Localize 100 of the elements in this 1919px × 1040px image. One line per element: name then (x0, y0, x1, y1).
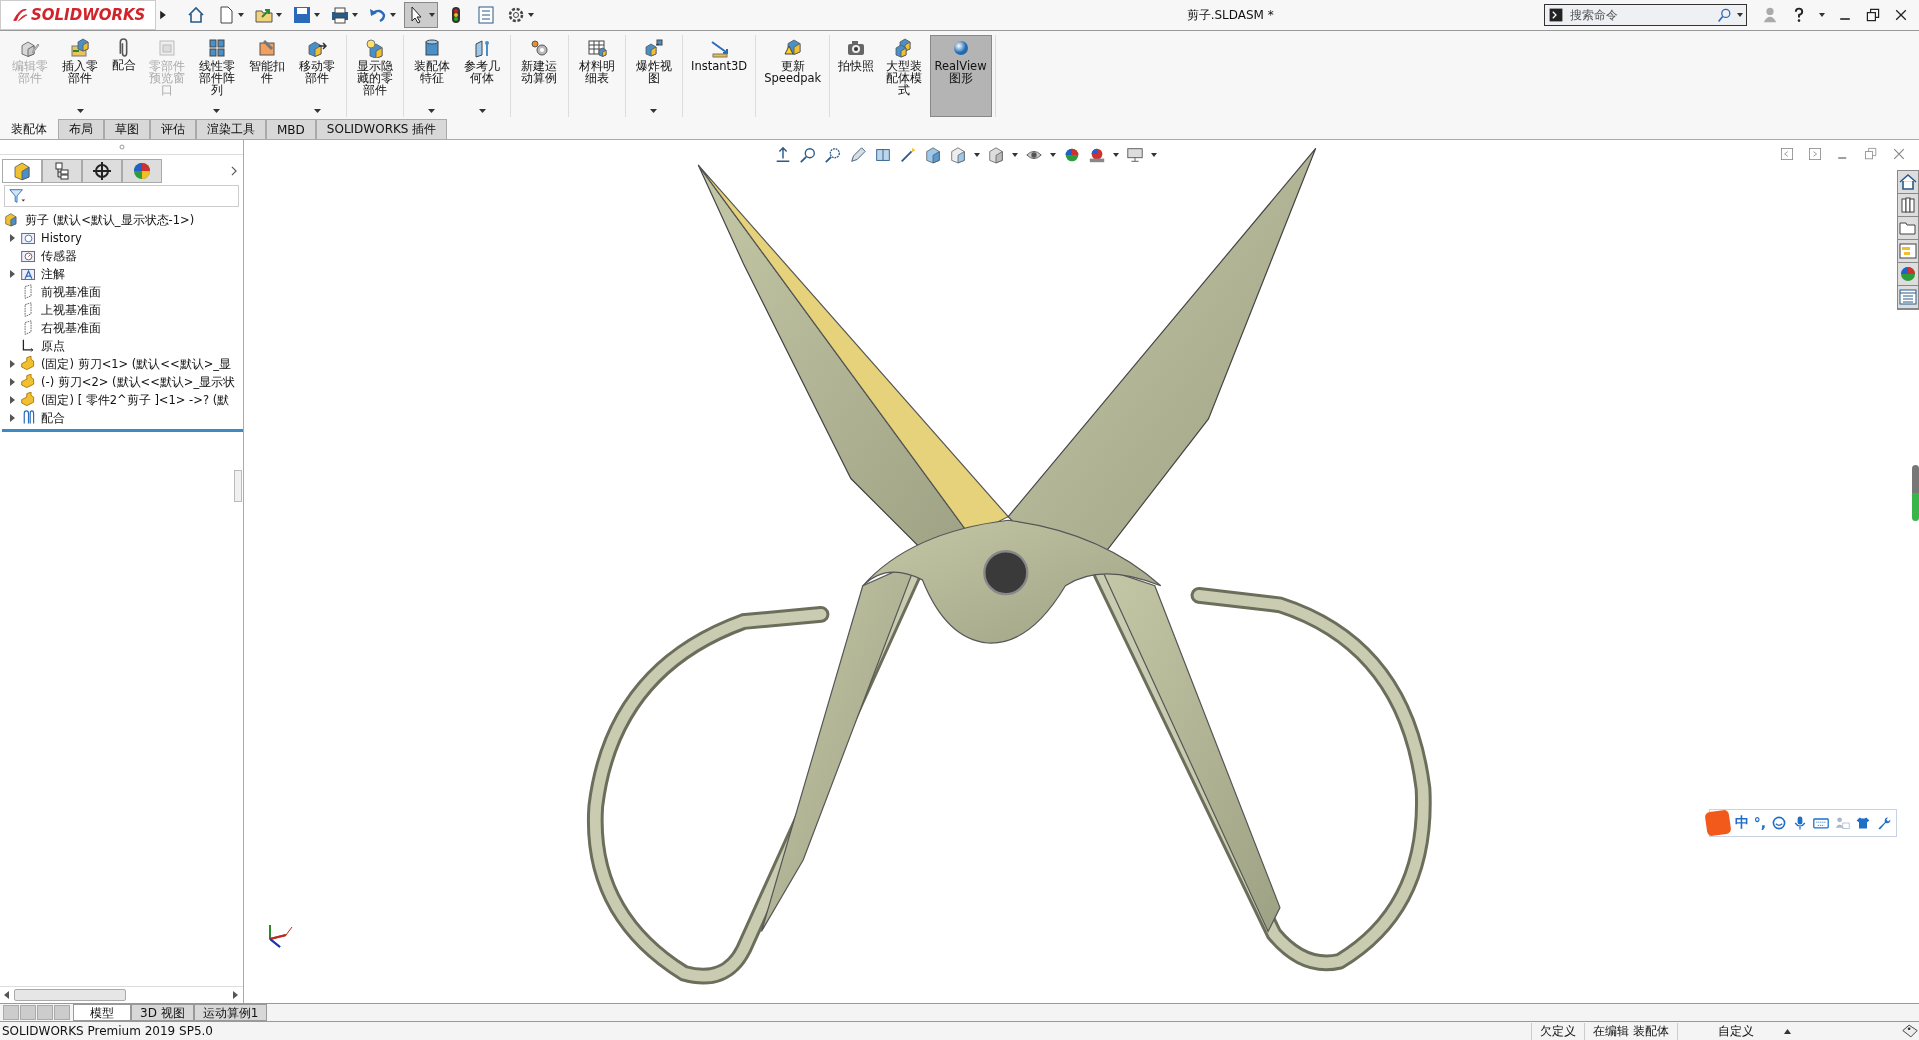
app-logo[interactable]: SOLIDWORKS (0, 0, 157, 30)
ribbon-button[interactable]: 装配体特征 (406, 35, 457, 117)
paperclip-icon (119, 38, 128, 57)
books-icon[interactable] (1898, 194, 1918, 217)
ribbon-button[interactable]: 材料明细表 (571, 35, 622, 117)
command-tab[interactable]: 草图 (104, 119, 150, 139)
tree-item[interactable]: History (41, 231, 82, 245)
caret-icon (213, 109, 221, 114)
ribbon-button[interactable]: 智能扣件 (242, 35, 293, 117)
ribbon-button[interactable]: 显示隐藏的零部件 (349, 35, 400, 117)
definition-status: 欠定义 (1531, 1022, 1585, 1040)
manager-tab[interactable] (42, 159, 82, 183)
expand-arrow-icon[interactable] (9, 270, 15, 278)
assembly-icon (12, 161, 32, 181)
tree-item[interactable]: 传感器 (41, 248, 77, 264)
model-tab[interactable]: 运动算例1 (193, 1004, 268, 1021)
cube-icon[interactable] (987, 146, 1005, 164)
smiley-icon[interactable] (1771, 815, 1787, 831)
tree-item[interactable]: 右视基准面 (41, 320, 101, 336)
zoom-gauge[interactable] (1912, 465, 1919, 521)
ribbon-button[interactable]: Instant3D (686, 35, 753, 117)
monitor-icon[interactable] (1126, 146, 1144, 164)
part-bulb-icon (364, 38, 385, 58)
shirt-icon[interactable] (1855, 815, 1871, 831)
product-version: SOLIDWORKS Premium 2019 SP5.0 (2, 1024, 213, 1038)
grip-dot-icon[interactable] (118, 144, 125, 150)
ribbon-button[interactable]: RealView图形 (929, 35, 992, 117)
keyboard-icon[interactable] (1813, 815, 1829, 831)
search-field[interactable]: 搜索命令 (1544, 4, 1747, 26)
command-tab[interactable]: 布局 (58, 119, 104, 139)
restore-icon[interactable] (1865, 7, 1881, 23)
bolt-icon (257, 38, 278, 58)
arrow-right-icon[interactable] (233, 991, 239, 999)
tree-item[interactable]: 上视基准面 (41, 302, 101, 318)
ribbon-button[interactable]: 线性零部件阵列 (191, 35, 242, 117)
tree-item[interactable]: 前视基准面 (41, 284, 101, 300)
arrow-left-icon[interactable] (4, 991, 10, 999)
filter-field[interactable] (4, 185, 239, 207)
table-icon (586, 38, 607, 58)
caret-up-icon[interactable] (1784, 1028, 1791, 1034)
command-tab[interactable]: 渲染工具 (196, 119, 266, 139)
tile-left-icon[interactable] (1779, 146, 1795, 162)
zoom-area-icon[interactable] (824, 146, 842, 164)
microphone-icon[interactable] (1792, 815, 1808, 831)
wand-icon[interactable] (899, 146, 917, 164)
gears-icon (529, 38, 550, 58)
units-status[interactable]: 自定义 (1677, 1022, 1784, 1040)
manager-tab[interactable] (82, 159, 122, 183)
list-icon[interactable] (1898, 286, 1918, 309)
command-prompt-icon (1548, 7, 1564, 23)
zoom-to-fit-icon[interactable] (799, 146, 817, 164)
ribbon-button[interactable]: 配合 (105, 35, 142, 117)
part-folder-icon (70, 38, 91, 58)
tree-item[interactable]: (固定) [ 零件2^剪子 ]<1> ->? (默 (41, 392, 230, 408)
ribbon-button[interactable]: 插入零部件 (55, 35, 106, 117)
expand-arrow-icon[interactable] (9, 378, 15, 386)
ribbon-button[interactable]: 新建运动算例 (514, 35, 565, 117)
expand-arrow-icon[interactable] (9, 396, 15, 404)
ime-logo[interactable] (1704, 809, 1732, 837)
model-tab[interactable]: 3D 视图 (131, 1004, 194, 1021)
tree-item[interactable]: (-) 剪刀<2> (默认<<默认>_显示状 (41, 374, 236, 390)
ribbon-button[interactable]: 大型装配体模式 (879, 35, 930, 117)
search-icon (1717, 7, 1733, 23)
model-tab[interactable]: 模型 (73, 1004, 131, 1021)
ime-mode[interactable]: 中 (1734, 814, 1749, 832)
ribbon-button[interactable]: 更新Speedpak (759, 35, 827, 117)
caret-icon (428, 109, 436, 114)
appearance-ball-icon (132, 161, 152, 181)
wrench-icon[interactable] (1876, 815, 1892, 831)
tree-item[interactable]: (固定) 剪刀<1> (默认<<默认>_显 (41, 356, 232, 372)
command-tab[interactable]: MBD (266, 119, 316, 139)
ribbon-button[interactable]: 参考几何体 (457, 35, 508, 117)
section-view-icon[interactable] (874, 146, 892, 164)
scene-ball-icon[interactable] (1088, 146, 1106, 164)
search-input[interactable]: 搜索命令 (1568, 7, 1713, 23)
expand-arrow-icon[interactable] (9, 414, 15, 422)
close-icon[interactable] (1893, 7, 1909, 23)
tile-right-icon[interactable] (1807, 146, 1823, 162)
home-icon[interactable] (1898, 171, 1918, 194)
appearance-ball-icon[interactable] (1063, 146, 1081, 164)
tree-item[interactable]: 配合 (41, 410, 65, 426)
tag-icon[interactable] (1901, 1023, 1919, 1039)
select-button[interactable] (404, 2, 439, 28)
folder-icon[interactable] (1898, 217, 1918, 240)
command-tab[interactable]: SOLIDWORKS 插件 (315, 119, 448, 139)
tree-item[interactable]: 原点 (41, 338, 65, 354)
expand-arrow-icon[interactable] (9, 360, 15, 368)
printer-icon (330, 5, 351, 25)
palette-icon[interactable] (1898, 240, 1918, 263)
cube-icon[interactable] (924, 146, 942, 164)
expand-arrow-icon[interactable] (9, 234, 15, 242)
tree-item[interactable]: 注解 (41, 266, 65, 282)
ribbon-button[interactable]: 移动零部件 (292, 35, 343, 117)
ime-punctuation[interactable]: °, (1753, 815, 1766, 831)
tree-item[interactable]: 剪子 (默认<默认_显示状态-1>) (25, 212, 195, 228)
ribbon-button[interactable]: 拍快照 (833, 35, 880, 117)
cube-icon[interactable] (949, 146, 967, 164)
ribbon-button[interactable]: 爆炸视图 (628, 35, 679, 117)
normal-to-icon[interactable] (774, 146, 792, 164)
command-tab[interactable]: 评估 (150, 119, 196, 139)
